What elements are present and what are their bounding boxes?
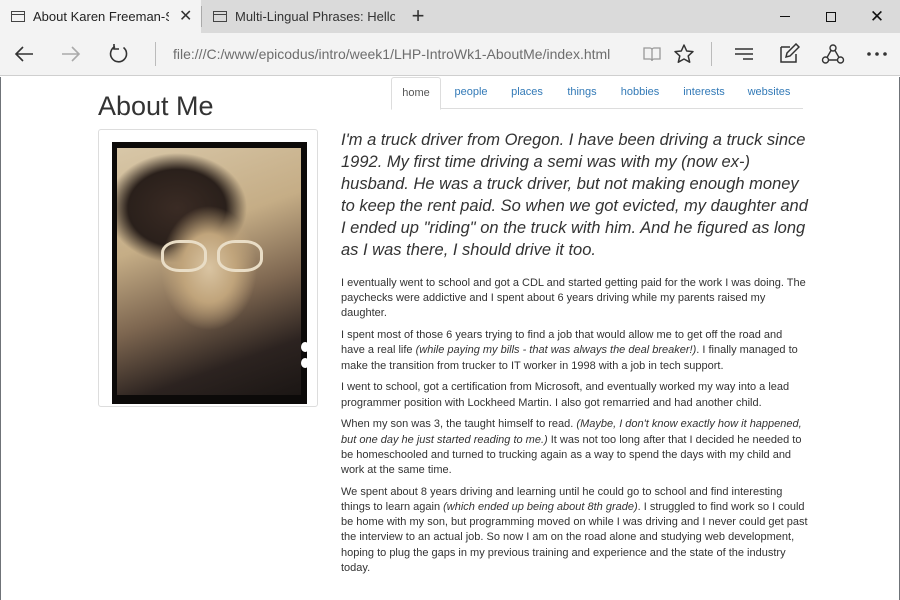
bio-paragraph: I went to school, got a certification fr… xyxy=(341,381,790,409)
tab-things[interactable]: things xyxy=(559,77,605,109)
pen-note-icon[interactable] xyxy=(774,39,804,69)
tab-websites[interactable]: websites xyxy=(741,77,797,109)
tab-places[interactable]: places xyxy=(503,77,551,109)
intro-lead: I'm a truck driver from Oregon. I have b… xyxy=(341,131,808,259)
refresh-icon[interactable] xyxy=(104,39,134,69)
bio-paragraph: I eventually went to school and got a CD… xyxy=(341,277,806,320)
window-close-icon[interactable]: ✕ xyxy=(854,0,900,33)
tab-title: Multi-Lingual Phrases: Hello xyxy=(235,9,395,24)
glasses-lens xyxy=(161,240,207,272)
back-arrow-icon[interactable] xyxy=(9,39,39,69)
maximize-icon[interactable] xyxy=(808,0,854,33)
more-icon[interactable] xyxy=(862,39,892,69)
bio-text: I eventually went to school and got a CD… xyxy=(341,276,809,583)
film-notch xyxy=(301,358,307,368)
page-icon xyxy=(213,11,227,22)
page-icon xyxy=(11,11,25,22)
page-nav-tabs: home people places things hobbies intere… xyxy=(391,77,803,110)
address-bar[interactable]: file:///C:/www/epicodus/intro/week1/LHP-… xyxy=(173,46,610,62)
tab-people[interactable]: people xyxy=(447,77,495,109)
close-icon[interactable]: ✕ xyxy=(179,8,192,25)
tab-title: About Karen Freeman-S xyxy=(33,9,169,24)
film-notch xyxy=(301,342,307,352)
tab-home[interactable]: home xyxy=(391,77,441,110)
book-icon[interactable] xyxy=(637,39,667,69)
page-content: About Me home people places things hobbi… xyxy=(0,77,900,600)
portrait-image xyxy=(117,148,301,395)
profile-photo xyxy=(112,142,307,404)
page-title: About Me xyxy=(98,91,214,121)
profile-photo-frame xyxy=(98,129,318,407)
browser-tab-about[interactable]: About Karen Freeman-S ✕ xyxy=(0,0,201,33)
browser-toolbar: file:///C:/www/epicodus/intro/week1/LHP-… xyxy=(0,33,900,76)
forward-arrow-icon[interactable] xyxy=(56,39,86,69)
star-icon[interactable] xyxy=(669,39,699,69)
browser-tab-strip: About Karen Freeman-S ✕ Multi-Lingual Ph… xyxy=(0,0,900,33)
share-icon[interactable] xyxy=(818,39,848,69)
glasses-lens xyxy=(217,240,263,272)
hub-icon[interactable] xyxy=(729,39,759,69)
bio-paragraph: We spent about 8 years driving and learn… xyxy=(341,485,808,574)
browser-tab-phrases[interactable]: Multi-Lingual Phrases: Hello xyxy=(202,0,403,33)
toolbar-divider xyxy=(711,42,712,66)
toolbar-divider xyxy=(155,42,156,66)
tab-interests[interactable]: interests xyxy=(675,77,733,109)
bio-paragraph: I spent most of those 6 years trying to … xyxy=(341,329,798,372)
tab-hobbies[interactable]: hobbies xyxy=(613,77,667,109)
minimize-icon[interactable] xyxy=(762,0,808,33)
new-tab-plus-icon[interactable]: + xyxy=(406,4,430,28)
bio-paragraph: When my son was 3, the taught himself to… xyxy=(341,418,802,477)
